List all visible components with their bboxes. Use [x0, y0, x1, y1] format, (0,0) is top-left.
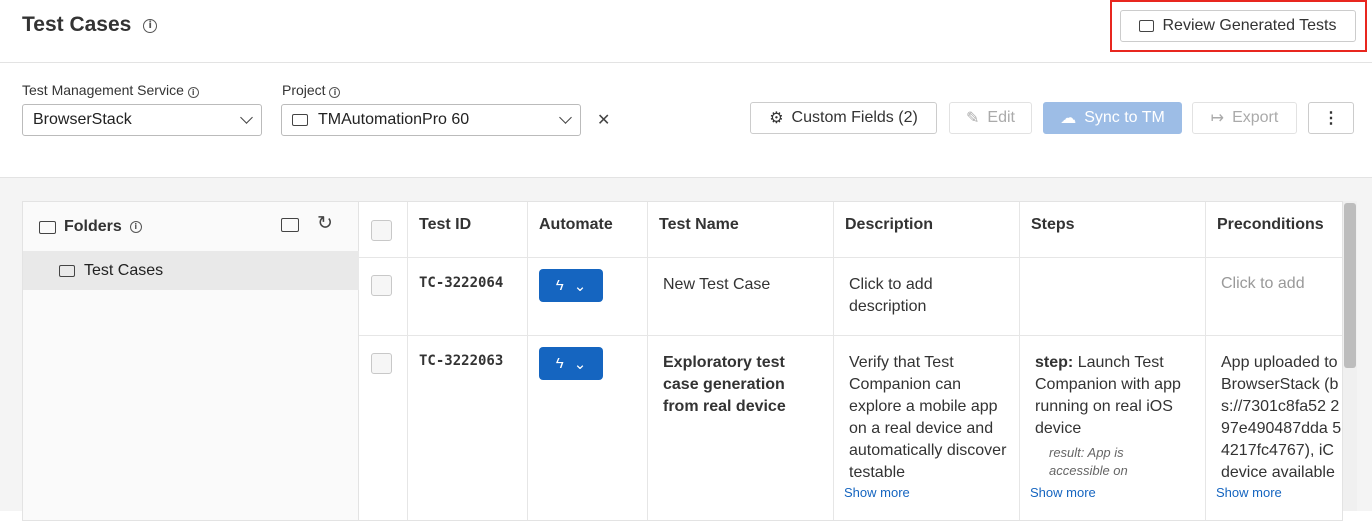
export-icon: ↦ [1210, 110, 1225, 127]
col-divider [1205, 202, 1206, 520]
scrollbar-track[interactable] [1343, 201, 1357, 511]
show-more-link[interactable]: Show more [1216, 485, 1282, 500]
folder-item-label: Test Cases [84, 261, 164, 279]
info-icon: i [329, 87, 341, 98]
row-divider [359, 257, 1342, 258]
more-options-button[interactable]: ⋮ [1308, 102, 1354, 134]
description-cell[interactable]: Click to add description [849, 274, 1009, 318]
export-button[interactable]: ↦ Export [1192, 102, 1297, 134]
page-title: Test Cases i [22, 13, 158, 37]
col-divider [647, 202, 648, 520]
review-generated-tests-button[interactable]: Review Generated Tests [1120, 10, 1356, 42]
col-divider [833, 202, 834, 520]
row-checkbox[interactable] [371, 275, 392, 296]
divider [0, 62, 1372, 63]
row-checkbox[interactable] [371, 353, 392, 374]
service-label-text: Test Management Service [22, 82, 184, 98]
custom-fields-button[interactable]: ⚙ Custom Fields (2) [750, 102, 937, 134]
automate-button[interactable]: ϟ ⌄ [539, 269, 603, 302]
preconditions-cell[interactable]: Click to add [1221, 273, 1351, 295]
description-cell[interactable]: Verify that Test Companion can explore a… [849, 352, 1014, 484]
scrollbar-thumb[interactable] [1344, 203, 1356, 368]
test-cases-table: Test ID Automate Test Name Description S… [359, 201, 1343, 521]
step-result: result: App is accessible on [1049, 445, 1128, 478]
export-label: Export [1232, 109, 1279, 126]
test-id[interactable]: TC-3222064 [419, 275, 503, 291]
lightning-icon: ϟ [555, 277, 564, 294]
sync-label: Sync to TM [1084, 109, 1165, 126]
header-automate[interactable]: Automate [539, 216, 613, 234]
header-description[interactable]: Description [845, 216, 933, 234]
folders-title: Folders [64, 218, 122, 235]
row-divider [359, 335, 1342, 336]
refresh-icon[interactable]: ↻ [317, 212, 333, 235]
step-label: step: [1035, 354, 1074, 371]
header-steps[interactable]: Steps [1031, 216, 1075, 234]
info-icon: i [129, 221, 142, 233]
project-label: Project i [282, 82, 341, 98]
folder-item-test-cases[interactable]: Test Cases [23, 251, 359, 290]
col-divider [527, 202, 528, 520]
col-divider [407, 202, 408, 520]
custom-fields-label: Custom Fields (2) [791, 109, 918, 126]
edit-button[interactable]: ✎ Edit [949, 102, 1032, 134]
clear-project-button[interactable]: ✕ [597, 110, 610, 130]
project-label-text: Project [282, 82, 326, 98]
add-folder-icon[interactable] [281, 218, 299, 232]
lightning-icon: ϟ [555, 355, 564, 372]
header-test-name[interactable]: Test Name [659, 216, 739, 234]
test-id[interactable]: TC-3222063 [419, 353, 503, 369]
preconditions-cell[interactable]: App uploaded to BrowserStack (bs://7301c… [1221, 352, 1343, 484]
folder-icon [292, 114, 308, 126]
pencil-icon: ✎ [966, 110, 980, 127]
review-icon [1139, 20, 1155, 32]
project-value: TMAutomationPro 60 [318, 111, 470, 128]
header-preconditions[interactable]: Preconditions [1217, 216, 1324, 234]
project-select[interactable]: TMAutomationPro 60 [281, 104, 581, 136]
cloud-upload-icon: ☁ [1060, 110, 1077, 127]
service-select[interactable]: BrowserStack [22, 104, 262, 136]
folder-icon [39, 220, 56, 234]
gear-icon: ⚙ [769, 110, 784, 127]
folders-panel: Folders i ↻ Test Cases [22, 201, 359, 521]
sync-to-tm-button[interactable]: ☁ Sync to TM [1043, 102, 1182, 134]
show-more-link[interactable]: Show more [1030, 485, 1096, 500]
edit-label: Edit [987, 109, 1015, 126]
show-more-link[interactable]: Show more [844, 485, 910, 500]
test-name[interactable]: New Test Case [663, 274, 823, 296]
chevron-down-icon [240, 111, 253, 124]
service-label: Test Management Service i [22, 82, 199, 98]
info-icon[interactable]: i [143, 19, 158, 33]
info-icon: i [187, 87, 199, 98]
chevron-down-icon: ⌄ [573, 355, 587, 373]
folders-header: Folders i [39, 218, 142, 236]
page-title-text: Test Cases [22, 13, 132, 36]
review-label: Review Generated Tests [1162, 17, 1337, 34]
chevron-down-icon [559, 111, 572, 124]
automate-button[interactable]: ϟ ⌄ [539, 347, 603, 380]
folder-icon [59, 264, 75, 277]
col-divider [1019, 202, 1020, 520]
chevron-down-icon: ⌄ [573, 277, 587, 295]
service-value: BrowserStack [33, 111, 132, 128]
header-test-id[interactable]: Test ID [419, 216, 471, 234]
test-name[interactable]: Exploratory test case generation from re… [663, 352, 813, 418]
select-all-checkbox[interactable] [371, 220, 392, 241]
